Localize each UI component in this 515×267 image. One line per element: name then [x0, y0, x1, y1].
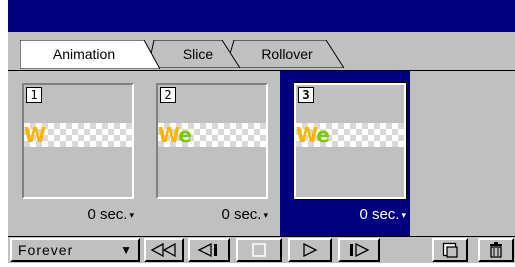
- frame-delay-dropdown[interactable]: 0 sec. ▾: [359, 205, 406, 225]
- animation-toolbar: Forever ▼: [8, 236, 515, 263]
- new-frame-icon: [442, 242, 458, 258]
- preview-letter: e: [178, 123, 192, 147]
- trash-icon: [490, 242, 502, 258]
- play-icon: [303, 243, 318, 257]
- frame-delay-dropdown[interactable]: 0 sec. ▾: [221, 205, 268, 225]
- caret-down-icon: ▾: [401, 210, 406, 221]
- play-button[interactable]: [288, 238, 332, 262]
- frame-preview-text: W: [24, 123, 46, 147]
- loop-options-value: Forever: [18, 242, 74, 258]
- dropdown-arrow-icon: ▼: [120, 243, 132, 257]
- tab-slice[interactable]: Slice: [148, 40, 240, 68]
- frame-1[interactable]: 1 W 0 sec. ▾: [8, 71, 138, 236]
- stop-button[interactable]: [236, 238, 282, 262]
- first-frame-icon: [151, 243, 176, 257]
- frames-area: 1 W 0 sec. ▾ 2 We 0 sec. ▾ 3 We 0 sec. ▾: [8, 70, 515, 236]
- tab-animation-label: Animation: [52, 46, 116, 62]
- palette-titlebar[interactable]: [8, 0, 515, 32]
- frame-preview-text: We: [296, 123, 330, 147]
- frame-number: 3: [298, 87, 314, 103]
- frame-number: 2: [160, 87, 176, 103]
- loop-options-select[interactable]: Forever ▼: [10, 238, 140, 262]
- caret-down-icon: ▾: [263, 210, 268, 221]
- delete-frame-button[interactable]: [478, 238, 514, 262]
- preview-letter: W: [296, 123, 317, 147]
- preview-letter: W: [24, 123, 46, 147]
- frame-thumbnail[interactable]: 3 We: [293, 82, 407, 200]
- tab-rollover[interactable]: Rollover: [226, 40, 344, 68]
- previous-frame-icon: [197, 243, 217, 257]
- frame-3[interactable]: 3 We 0 sec. ▾: [280, 71, 410, 236]
- caret-down-icon: ▾: [129, 210, 134, 221]
- frame-preview-text: We: [158, 123, 192, 147]
- stop-icon: [252, 243, 266, 257]
- tab-slice-label: Slice: [182, 46, 214, 62]
- frame-delay-value: 0 sec.: [87, 206, 128, 223]
- previous-frame-button[interactable]: [188, 238, 230, 262]
- frame-delay-value: 0 sec.: [359, 206, 400, 223]
- frame-thumbnail[interactable]: 2 We: [156, 83, 268, 199]
- preview-letter: W: [158, 123, 179, 147]
- frame-thumbnail[interactable]: 1 W: [22, 83, 134, 199]
- tab-rollover-label: Rollover: [261, 46, 313, 62]
- frame-number: 1: [26, 87, 42, 103]
- frame-2[interactable]: 2 We 0 sec. ▾: [142, 71, 272, 236]
- tab-animation[interactable]: Animation: [20, 40, 160, 69]
- next-frame-button[interactable]: [338, 238, 380, 262]
- tab-strip: Rollover Slice Animation: [8, 32, 515, 70]
- frame-delay-dropdown[interactable]: 0 sec. ▾: [87, 205, 134, 225]
- animation-palette: Rollover Slice Animation 1 W 0 sec. ▾ 2 W…: [8, 0, 515, 263]
- preview-letter: e: [316, 123, 330, 147]
- first-frame-button[interactable]: [144, 238, 184, 262]
- next-frame-icon: [350, 243, 370, 257]
- frame-delay-value: 0 sec.: [221, 206, 262, 223]
- new-frame-button[interactable]: [432, 238, 468, 262]
